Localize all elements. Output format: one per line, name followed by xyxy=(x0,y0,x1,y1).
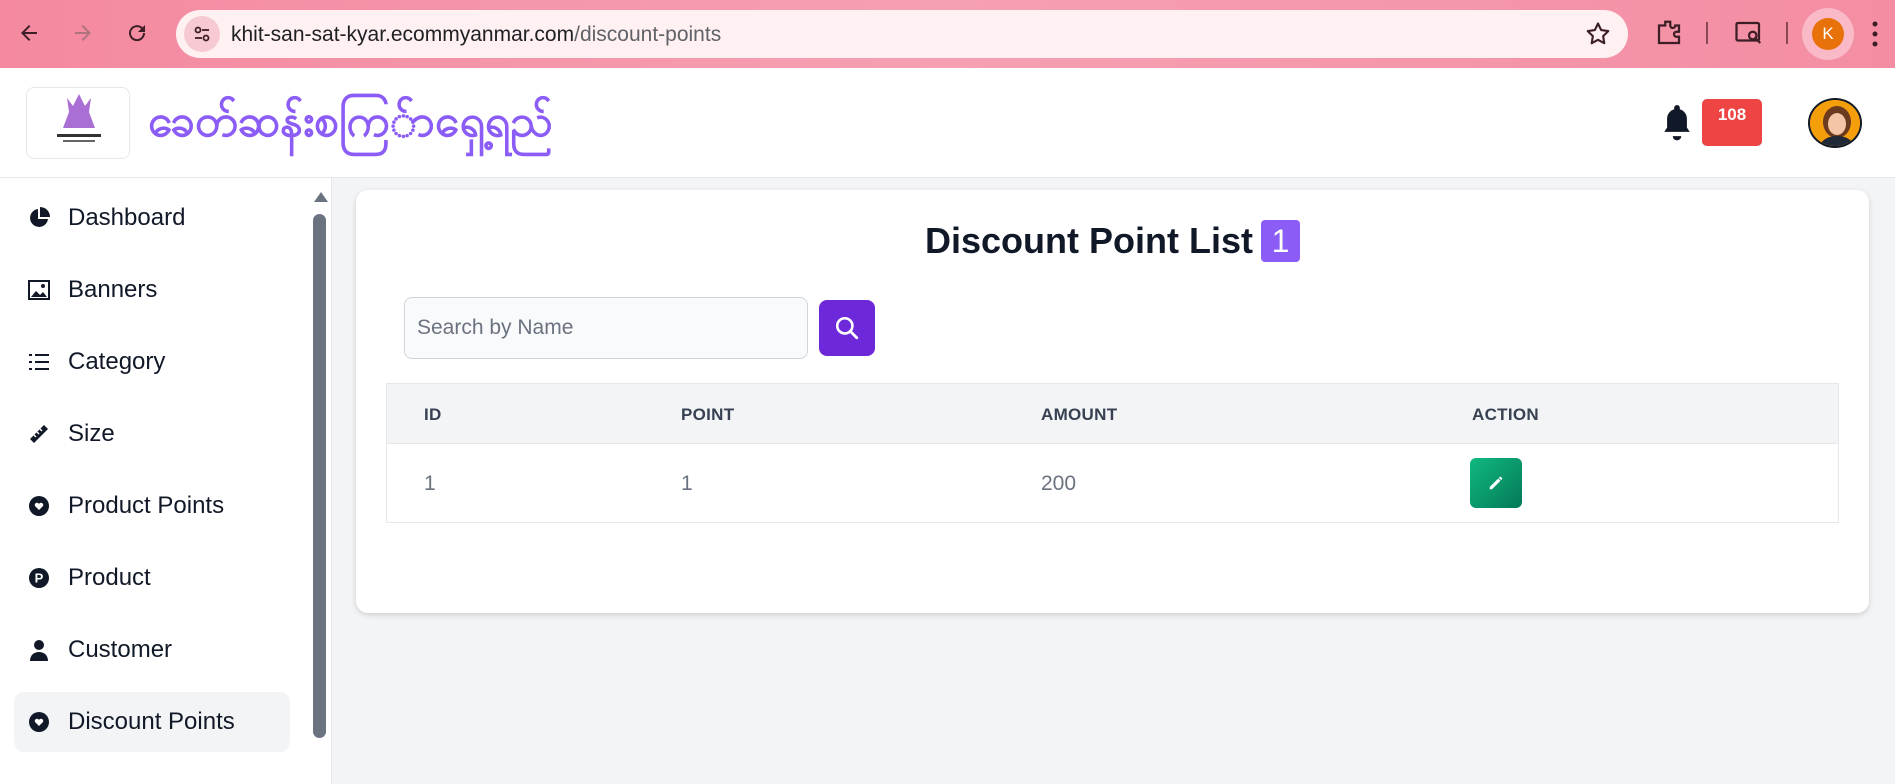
logo[interactable] xyxy=(26,87,130,159)
sidebar-item-product[interactable]: P Product xyxy=(14,548,290,608)
user-avatar[interactable] xyxy=(1808,98,1862,148)
tab-search-icon[interactable] xyxy=(1734,18,1764,48)
profile-avatar: K xyxy=(1812,18,1844,50)
edit-button[interactable] xyxy=(1470,458,1522,508)
ruler-icon xyxy=(28,423,50,445)
sidebar-item-category[interactable]: Category xyxy=(14,332,290,392)
extensions-icon[interactable] xyxy=(1654,18,1684,48)
cell-id: 1 xyxy=(424,472,436,495)
page-title: Discount Point List xyxy=(925,220,1253,261)
sidebar-item-discount-points[interactable]: Discount Points xyxy=(14,692,290,752)
profile-button[interactable]: K xyxy=(1802,8,1854,60)
notification-badge: 108 xyxy=(1702,99,1762,146)
arrow-right-icon xyxy=(75,25,91,41)
pencil-icon xyxy=(1489,476,1503,490)
count-badge: 1 xyxy=(1261,220,1300,262)
url-host: khit-san-sat-kyar.ecommyanmar.com xyxy=(231,23,575,46)
sidebar-item-label: Size xyxy=(68,420,115,447)
kebab-menu-icon[interactable] xyxy=(1872,20,1878,48)
reload-icon xyxy=(129,25,146,42)
sidebar-item-label: Dashboard xyxy=(68,204,186,231)
heart-badge-icon xyxy=(28,711,50,733)
address-bar[interactable]: khit-san-sat-kyar.ecommyanmar.com/discou… xyxy=(176,10,1628,58)
sidebar-item-size[interactable]: Size xyxy=(14,404,290,464)
heart-badge-icon xyxy=(28,495,50,517)
list-icon xyxy=(28,351,50,373)
table-header: ID POINT AMOUNT ACTION xyxy=(387,384,1838,444)
svg-text:P: P xyxy=(35,571,44,586)
column-header-id: ID xyxy=(424,405,442,424)
column-header-point: POINT xyxy=(681,405,735,424)
sidebar-item-label: Banners xyxy=(68,276,158,303)
user-icon xyxy=(28,639,50,661)
column-header-action: ACTION xyxy=(1472,405,1539,424)
page-title-row: Discount Point List 1 xyxy=(356,220,1869,262)
brand-name: ခေတ်ဆန်းစကြ်ာရှေ့ရည် xyxy=(148,97,553,146)
search-input[interactable] xyxy=(404,297,808,359)
sidebar-item-banners[interactable]: Banners xyxy=(14,260,290,320)
scrollbar-thumb[interactable] xyxy=(313,214,326,738)
search-button[interactable] xyxy=(819,300,875,356)
sidebar-item-product-points[interactable]: Product Points xyxy=(14,476,290,536)
sidebar-item-customer[interactable]: Customer xyxy=(14,620,290,680)
app-header: ခေတ်ဆန်းစကြ်ာရှေ့ရည် 108 xyxy=(0,68,1895,178)
bell-icon[interactable] xyxy=(1660,102,1694,142)
discount-point-card: Discount Point List1 ID POINT AMOUNT ACT… xyxy=(356,190,1869,613)
sidebar-item-dashboard[interactable]: Dashboard xyxy=(14,188,290,248)
browser-toolbar: khit-san-sat-kyar.ecommyanmar.com/discou… xyxy=(0,0,1895,68)
sidebar-item-label: Discount Points xyxy=(68,708,235,735)
sidebar: Dashboard Banners Category Size Product … xyxy=(0,178,332,784)
toolbar-divider xyxy=(1786,22,1788,44)
search-icon xyxy=(835,316,859,340)
scroll-up-icon[interactable] xyxy=(314,192,328,202)
p-badge-icon: P xyxy=(28,567,50,589)
pie-chart-icon xyxy=(28,207,50,229)
bookmark-star-icon[interactable] xyxy=(1584,20,1612,48)
cell-amount: 200 xyxy=(1041,472,1077,495)
url-text: khit-san-sat-kyar.ecommyanmar.com/discou… xyxy=(231,23,721,47)
back-button[interactable] xyxy=(12,16,46,50)
table-row: 1 1 200 xyxy=(387,444,1838,522)
url-path: /discount-points xyxy=(574,23,722,46)
column-header-amount: AMOUNT xyxy=(1041,405,1118,424)
sidebar-item-label: Category xyxy=(68,348,166,375)
reload-button[interactable] xyxy=(120,16,154,50)
sidebar-item-label: Product Points xyxy=(68,492,225,519)
sidebar-scrollbar[interactable] xyxy=(312,192,328,782)
discount-points-table: ID POINT AMOUNT ACTION 1 1 200 xyxy=(386,383,1839,523)
site-info-icon[interactable] xyxy=(184,16,220,52)
image-icon xyxy=(28,279,50,301)
cell-point: 1 xyxy=(681,472,693,495)
sidebar-item-label: Customer xyxy=(68,636,173,663)
arrow-left-icon xyxy=(21,25,37,41)
toolbar-divider xyxy=(1706,22,1708,44)
forward-button[interactable] xyxy=(66,16,100,50)
sidebar-item-label: Product xyxy=(68,564,151,591)
